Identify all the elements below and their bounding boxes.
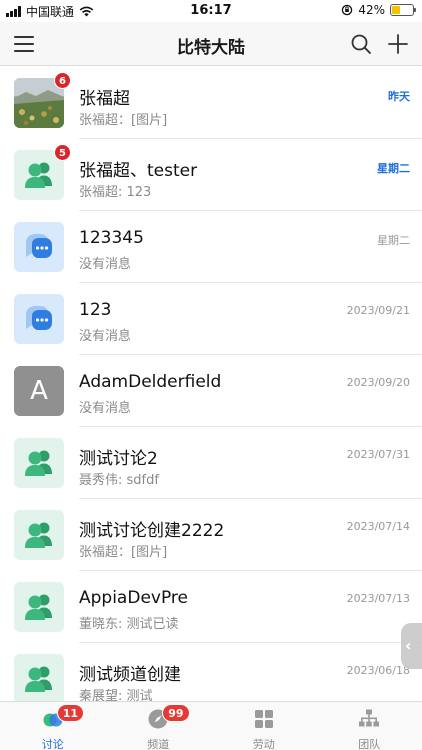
conversation-title: AppiaDevPre xyxy=(79,588,188,608)
side-drawer-handle[interactable]: ‹ xyxy=(401,623,422,669)
tab-4[interactable]: 团队 xyxy=(317,702,422,750)
battery-percent: 42% xyxy=(358,3,385,17)
status-right: 42% xyxy=(341,3,416,17)
tab-label: 频道 xyxy=(147,738,170,750)
conversation-row[interactable]: A AdamDelderfield 没有消息 2023/09/20 xyxy=(0,355,422,427)
conversation-preview: 张福超：[图片] xyxy=(79,545,168,560)
org-chart-icon xyxy=(358,708,380,730)
conversation-row[interactable]: AppiaDevPre 董晓东: 测试已读 2023/07/13 xyxy=(0,571,422,643)
conversation-title: 张福超 xyxy=(79,89,130,109)
navigation-bar: 比特大陆 xyxy=(0,22,422,66)
conversation-preview: 聂秀伟: sdfdf xyxy=(79,473,159,488)
conversation-time: 2023/09/21 xyxy=(346,304,410,317)
conversation-row[interactable]: 123345 没有消息 星期二 xyxy=(0,211,422,283)
conversation-title: 123345 xyxy=(79,228,144,248)
conversation-time: 2023/09/20 xyxy=(346,376,410,389)
group-icon xyxy=(25,450,52,476)
conversation-row[interactable]: 测试频道创建秦展望: 测试 2023/06/18 xyxy=(0,643,422,701)
unread-badge: 6 xyxy=(54,72,71,89)
group-icon xyxy=(25,666,52,692)
conversation-preview: 没有消息 xyxy=(79,329,132,344)
conversation-row[interactable]: 6 张福超张福超：[图片] 昨天 xyxy=(0,67,422,139)
tab-label: 团队 xyxy=(358,738,381,750)
battery-icon xyxy=(390,4,416,16)
tab-2[interactable]: 99 频道 xyxy=(106,702,212,750)
avatar xyxy=(14,294,64,344)
tab-3[interactable]: 劳动 xyxy=(211,702,317,750)
conversation-preview: 秦展望: 测试 xyxy=(79,689,153,701)
plus-icon[interactable] xyxy=(387,33,409,55)
avatar-letter: A xyxy=(30,376,48,406)
avatar xyxy=(14,438,64,488)
grid-icon xyxy=(253,708,275,730)
chat-icon xyxy=(26,306,52,330)
conversation-time: 星期二 xyxy=(377,234,410,247)
conversation-time: 昨天 xyxy=(388,90,410,103)
conversation-row[interactable]: 5 张福超、tester 张福超: 123 星期二 xyxy=(0,139,422,211)
avatar xyxy=(14,654,64,701)
tab-bar: 11 讨论 99 频道 劳动 团队 xyxy=(0,701,422,750)
conversation-title: 测试频道创建 xyxy=(79,665,181,685)
conversation-row[interactable]: 测试讨论创建2222 张福超：[图片] 2023/07/14 xyxy=(0,499,422,571)
conversation-preview: 没有消息 xyxy=(79,401,132,416)
group-icon xyxy=(25,522,52,548)
conversation-list: 6 张福超 张福超：[图片] 昨天 5 张福超、tester 张福超: 123 星期二 1233… xyxy=(0,67,422,701)
unread-badge: 5 xyxy=(54,144,71,161)
search-icon[interactable] xyxy=(350,33,372,55)
conversation-title: AdamDelderfield xyxy=(79,372,222,392)
chevron-left-icon: ‹ xyxy=(405,636,412,655)
conversation-time: 2023/07/13 xyxy=(346,592,410,605)
tab-label: 讨论 xyxy=(41,738,64,750)
conversation-time: 2023/07/14 xyxy=(346,520,410,533)
tab-badge: 11 xyxy=(56,704,85,722)
conversation-title: 张福超、tester xyxy=(79,161,198,181)
avatar xyxy=(14,510,64,560)
tab-1[interactable]: 11 讨论 xyxy=(0,702,106,750)
orientation-lock-icon xyxy=(342,4,353,16)
conversation-time: 星期二 xyxy=(377,162,410,175)
conversation-time: 2023/07/31 xyxy=(346,448,410,461)
conversation-title: 测试讨论2 xyxy=(79,449,158,469)
avatar xyxy=(14,222,64,272)
conversation-row[interactable]: 测试讨论2 聂秀伟: sdfdf 2023/07/31 xyxy=(0,427,422,499)
conversation-title: 测试讨论创建2222 xyxy=(79,521,225,541)
avatar: A xyxy=(14,366,64,416)
conversation-title: 123 xyxy=(79,300,112,320)
conversation-row[interactable]: 123 没有消息 2023/09/21 xyxy=(0,283,422,355)
conversation-preview: 张福超: 123 xyxy=(79,185,152,200)
conversation-preview: 董晓东: 测试已读 xyxy=(79,617,179,632)
conversation-time: 2023/06/18 xyxy=(346,664,410,677)
tab-label: 劳动 xyxy=(252,738,275,750)
chat-icon xyxy=(26,234,52,258)
tab-badge: 99 xyxy=(162,704,190,722)
group-icon xyxy=(25,594,52,620)
status-bar: 中国联通 16:17 42% xyxy=(0,0,422,22)
avatar xyxy=(14,582,64,632)
conversation-preview: 张福超：[图片] xyxy=(79,113,168,128)
conversation-preview: 没有消息 xyxy=(79,257,132,272)
